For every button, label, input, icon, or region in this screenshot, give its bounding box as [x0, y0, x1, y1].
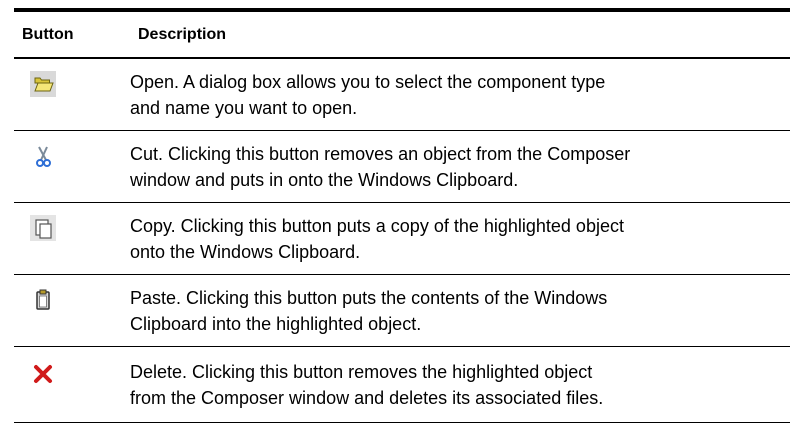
description-cell: Delete. Clicking this button removes the…: [130, 359, 603, 411]
copy-icon[interactable]: [30, 215, 56, 241]
description-cell: Copy. Clicking this button puts a copy o…: [130, 213, 624, 265]
description-line: window and puts in onto the Windows Clip…: [130, 169, 519, 190]
scissors-cut-icon[interactable]: [30, 143, 56, 169]
description-line: from the Composer window and deletes its…: [130, 387, 604, 408]
paste-clipboard-icon[interactable]: [30, 287, 56, 313]
open-folder-icon[interactable]: [30, 71, 56, 97]
table-row-delete: Delete. Clicking this button removes the…: [14, 347, 790, 423]
description-line: Delete. Clicking this button removes the…: [130, 361, 593, 382]
description-cell: Open. A dialog box allows you to select …: [130, 69, 605, 121]
description-line: and name you want to open.: [130, 97, 358, 118]
description-line: Open. A dialog box allows you to select …: [130, 71, 606, 92]
description-cell: Paste. Clicking this button puts the con…: [130, 285, 607, 337]
button-cell: [14, 203, 130, 274]
description-cell: Cut. Clicking this button removes an obj…: [130, 141, 630, 193]
description-line: Clipboard into the highlighted object.: [130, 313, 422, 334]
button-cell: [14, 131, 130, 202]
table-row-open: Open. A dialog box allows you to select …: [14, 59, 790, 131]
button-cell: [14, 275, 130, 346]
table-row-cut: Cut. Clicking this button removes an obj…: [14, 131, 790, 203]
table-row-paste: Paste. Clicking this button puts the con…: [14, 275, 790, 347]
button-description-table: Button Description Open. A dialog box al…: [14, 8, 790, 423]
header-button: Button: [22, 25, 74, 43]
button-cell: [14, 59, 130, 130]
description-line: Paste. Clicking this button puts the con…: [130, 287, 608, 308]
description-line: Copy. Clicking this button puts a copy o…: [130, 215, 624, 236]
description-line: Cut. Clicking this button removes an obj…: [130, 143, 631, 164]
description-line: onto the Windows Clipboard.: [130, 241, 361, 262]
table-header: Button Description: [14, 12, 790, 59]
table-row-copy: Copy. Clicking this button puts a copy o…: [14, 203, 790, 275]
button-cell: [14, 347, 130, 422]
header-description: Description: [138, 25, 227, 43]
delete-x-icon[interactable]: [30, 361, 56, 387]
